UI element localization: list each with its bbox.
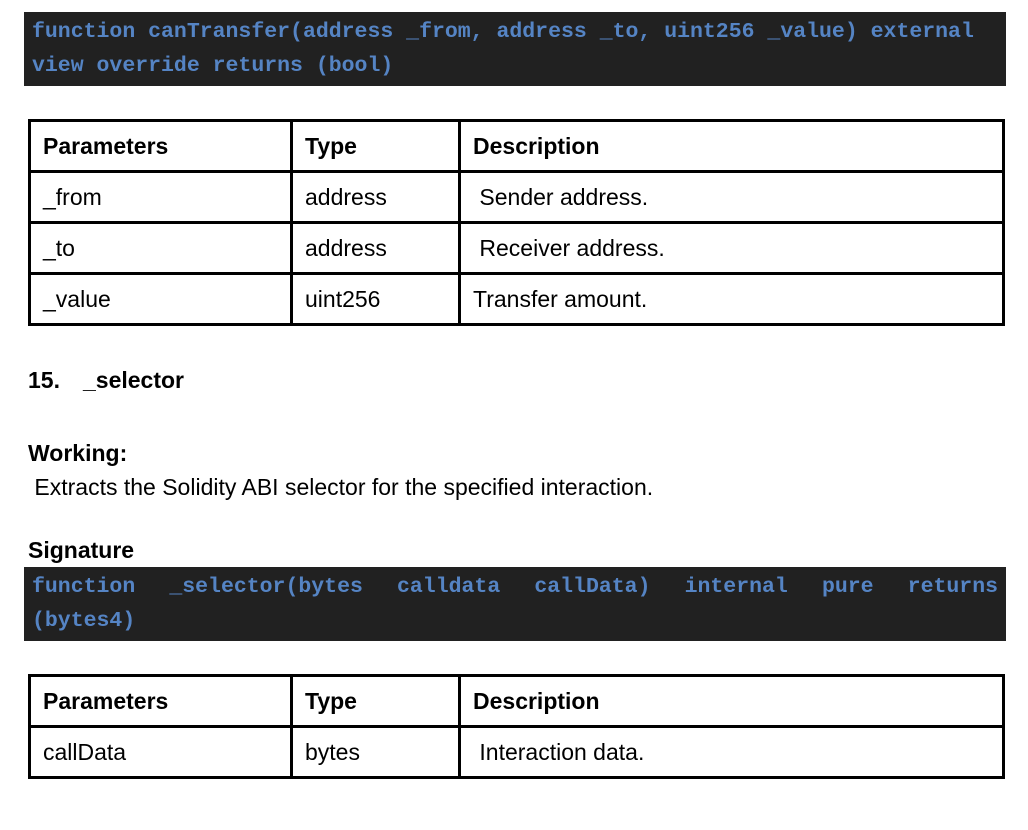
code-line: function canTransfer(address _from, addr… [32,15,998,49]
cell-param-name: _to [30,223,292,274]
document-page: function canTransfer(address _from, addr… [0,0,1028,830]
code-line: function _selector(bytes calldata callDa… [32,570,998,604]
header-cell-parameters: Parameters [30,121,292,172]
parameters-table-selector: Parameters Type Description callData byt… [28,674,1005,779]
working-label: Working: [28,436,1006,470]
cell-param-name: _from [30,172,292,223]
working-description: Extracts the Solidity ABI selector for t… [28,470,1006,504]
cell-param-type: bytes [292,727,460,778]
section-heading-selector: 15._selector [28,366,1006,394]
cell-param-description: Interaction data. [460,727,1004,778]
cell-param-name: callData [30,727,292,778]
header-cell-description: Description [460,121,1004,172]
table-row: _to address Receiver address. [30,223,1004,274]
code-line: (bytes4) [32,604,998,638]
parameters-table-cantransfer: Parameters Type Description _from addres… [28,119,1005,326]
cell-param-name: _value [30,274,292,325]
cell-param-description: Sender address. [460,172,1004,223]
cell-param-type: address [292,223,460,274]
code-line: view override returns (bool) [32,49,998,83]
section-title: _selector [83,367,184,393]
cell-param-type: uint256 [292,274,460,325]
signature-label: Signature [28,536,1006,564]
header-cell-parameters: Parameters [30,676,292,727]
cell-param-type: address [292,172,460,223]
table-row: _from address Sender address. [30,172,1004,223]
code-block-cantransfer: function canTransfer(address _from, addr… [24,12,1006,86]
header-cell-type: Type [292,676,460,727]
table-row: callData bytes Interaction data. [30,727,1004,778]
cell-param-description: Receiver address. [460,223,1004,274]
header-cell-description: Description [460,676,1004,727]
table-row: _value uint256 Transfer amount. [30,274,1004,325]
cell-param-description: Transfer amount. [460,274,1004,325]
header-cell-type: Type [292,121,460,172]
code-block-selector: function _selector(bytes calldata callDa… [24,567,1006,641]
table-header-row: Parameters Type Description [30,676,1004,727]
table-header-row: Parameters Type Description [30,121,1004,172]
section-number: 15. [28,366,83,394]
